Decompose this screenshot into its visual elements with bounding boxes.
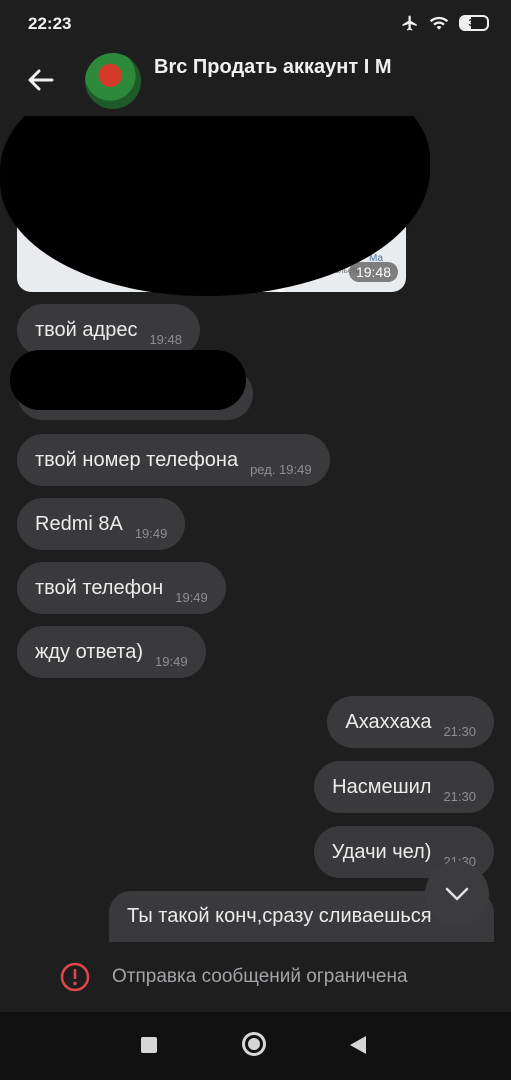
message-bubble-outgoing[interactable]: Ахаххаха 21:30 [327, 696, 494, 748]
message-bubble[interactable]: твой адрес 19:48 [17, 304, 200, 356]
message-bubble[interactable]: твой номер телефона ред. 19:49 [17, 434, 330, 486]
message-list[interactable]: Ma Продовольств 19:48 твой адрес 19:48 т… [0, 116, 511, 942]
message-time: 19:49 [175, 589, 208, 605]
message-text: твой адрес [35, 318, 138, 341]
redaction-mark [10, 350, 246, 410]
message-text: Насмешил [332, 775, 432, 798]
back-arrow-icon[interactable] [22, 62, 58, 98]
system-nav-bar [0, 1012, 511, 1080]
scroll-down-button[interactable] [425, 862, 489, 926]
restriction-notice: Отправка сообщений ограничена [0, 942, 511, 1012]
message-time: 19:49 [155, 653, 188, 669]
avatar[interactable] [85, 53, 141, 109]
battery-level: 39 [468, 17, 480, 29]
status-bar: 22:23 39 [0, 0, 511, 48]
chevron-down-icon [445, 887, 469, 901]
status-time: 22:23 [28, 14, 72, 33]
message-text: Redmi 8A [35, 512, 123, 535]
back-button[interactable] [350, 1036, 366, 1054]
home-button[interactable] [242, 1032, 266, 1056]
message-time: 19:49 [134, 525, 168, 541]
alert-circle-icon [60, 962, 90, 992]
message-bubble-outgoing[interactable]: Насмешил 21:30 [314, 761, 494, 813]
message-time: ред. 19:49 [250, 461, 312, 477]
recents-button[interactable] [141, 1037, 157, 1053]
message-text: твой номер телефона [35, 448, 239, 471]
message-text: Ахаххаха [345, 710, 432, 733]
message-time: 19:48 [348, 262, 398, 282]
message-text: жду ответа) [35, 640, 144, 663]
wifi-icon [429, 16, 449, 30]
airplane-icon [402, 15, 417, 31]
message-bubble[interactable]: жду ответа) 19:49 [17, 626, 206, 678]
chat-header: Brc Продать аккаунт I M [0, 48, 511, 116]
message-bubble[interactable]: Redmi 8A 19:49 [17, 498, 186, 550]
restriction-text: Отправка сообщений ограничена [112, 966, 408, 987]
message-time: 21:30 [443, 788, 476, 804]
chat-title[interactable]: Brc Продать аккаунт I M [154, 56, 511, 79]
message-text: Ты такой конч,сразу сливаешься [127, 905, 432, 927]
message-text: Удачи чел) [331, 840, 432, 863]
message-text: твой телефон [35, 576, 164, 599]
message-bubble[interactable]: твой телефон 19:49 [17, 562, 226, 614]
message-time: 21:30 [443, 723, 476, 739]
message-time: 19:48 [149, 331, 182, 347]
battery-icon: 39 [459, 15, 489, 31]
